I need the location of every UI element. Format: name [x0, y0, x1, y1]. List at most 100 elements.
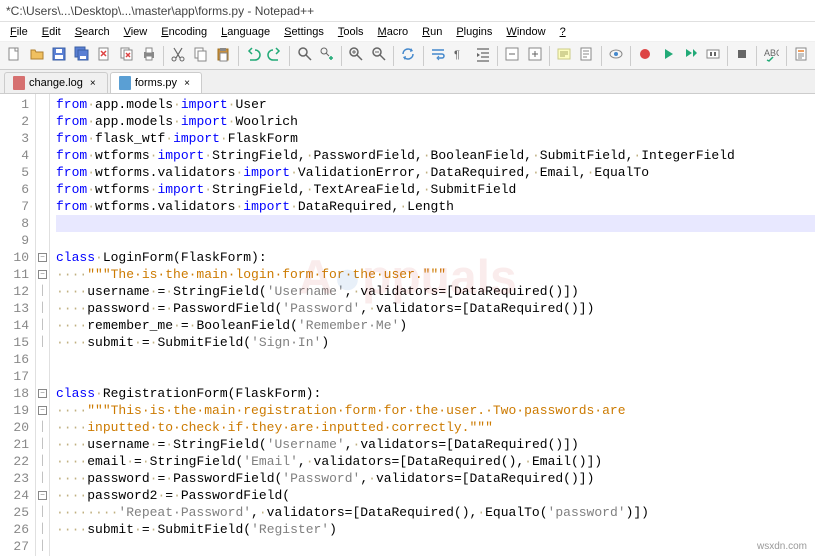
open-button[interactable] — [26, 45, 46, 67]
wordwrap-button[interactable] — [428, 45, 448, 67]
code-line[interactable]: ····email·=·StringField('Email',·validat… — [56, 453, 815, 470]
menu-file[interactable]: File — [4, 24, 34, 40]
code-line[interactable]: from·app.models·import·User — [56, 96, 815, 113]
code-line[interactable] — [56, 538, 815, 555]
code-line[interactable]: from·wtforms.validators·import·Validatio… — [56, 164, 815, 181]
menu-settings[interactable]: Settings — [278, 24, 330, 40]
line-number: 3 — [0, 130, 29, 147]
copy-icon — [193, 46, 209, 65]
fold-marker — [36, 198, 49, 215]
menu-plugins[interactable]: Plugins — [450, 24, 498, 40]
menu-run[interactable]: Run — [416, 24, 448, 40]
fold-1-button[interactable] — [502, 45, 522, 67]
save-button[interactable] — [49, 45, 69, 67]
code-line[interactable]: ····username·=·StringField('Username',·v… — [56, 436, 815, 453]
toolbar-separator — [289, 46, 290, 66]
menu-macro[interactable]: Macro — [372, 24, 415, 40]
editor[interactable]: 1234567891011121314151617181920212223242… — [0, 94, 815, 556]
print-button[interactable] — [139, 45, 159, 67]
code-line[interactable]: class·LoginForm(FlaskForm): — [56, 249, 815, 266]
new-button[interactable] — [4, 45, 24, 67]
code-line[interactable]: ····username·=·StringField('Username',·v… — [56, 283, 815, 300]
spell-button[interactable]: ABC — [761, 45, 781, 67]
menu-encoding[interactable]: Encoding — [155, 24, 213, 40]
fold-marker: │ — [36, 419, 49, 436]
lang-button[interactable] — [554, 45, 574, 67]
close-all-button[interactable] — [116, 45, 136, 67]
redo-icon — [267, 46, 283, 65]
fold-marker — [36, 96, 49, 113]
fold-marker[interactable]: − — [36, 385, 49, 402]
find-button[interactable] — [294, 45, 314, 67]
code-line[interactable] — [56, 368, 815, 385]
rec-stop-button[interactable] — [732, 45, 752, 67]
code-line[interactable]: ····submit·=·SubmitField('Register') — [56, 521, 815, 538]
replace-button[interactable] — [317, 45, 337, 67]
tab-close-icon[interactable]: × — [181, 77, 193, 89]
sync-button[interactable] — [398, 45, 418, 67]
code-line[interactable]: from·flask_wtf·import·FlaskForm — [56, 130, 815, 147]
stop-button[interactable] — [702, 45, 722, 67]
code-line[interactable] — [56, 232, 815, 249]
line-number: 21 — [0, 436, 29, 453]
menu-?[interactable]: ? — [554, 24, 572, 40]
sync-icon — [400, 46, 416, 65]
code-area[interactable]: from·app.models·import·Userfrom·app.mode… — [50, 94, 815, 556]
tab-label: change.log — [29, 77, 83, 89]
menu-view[interactable]: View — [118, 24, 154, 40]
fold-marker[interactable]: − — [36, 266, 49, 283]
tab-label: forms.py — [135, 77, 177, 89]
code-line[interactable]: class·RegistrationForm(FlaskForm): — [56, 385, 815, 402]
zoom-out-button[interactable] — [369, 45, 389, 67]
undo-button[interactable] — [243, 45, 263, 67]
fold-2-button[interactable] — [524, 45, 544, 67]
code-line[interactable]: from·app.models·import·Woolrich — [56, 113, 815, 130]
toolbar-separator — [341, 46, 342, 66]
code-line[interactable] — [56, 215, 815, 232]
doc-button[interactable] — [576, 45, 596, 67]
code-line[interactable]: ····password·=·PasswordField('Password',… — [56, 470, 815, 487]
toolbar-separator — [756, 46, 757, 66]
close-button[interactable] — [94, 45, 114, 67]
save-all-button[interactable] — [71, 45, 91, 67]
code-line[interactable]: ········'Repeat·Password',·validators=[D… — [56, 504, 815, 521]
tab-forms-py[interactable]: forms.py × — [110, 72, 202, 93]
menu-search[interactable]: Search — [69, 24, 116, 40]
code-line[interactable] — [56, 351, 815, 368]
rec-button[interactable] — [635, 45, 655, 67]
code-line[interactable]: ····password2·=·PasswordField( — [56, 487, 815, 504]
code-line[interactable]: ····inputted·to·check·if·they·are·inputt… — [56, 419, 815, 436]
code-line[interactable]: ····password·=·PasswordField('Password',… — [56, 300, 815, 317]
menu-edit[interactable]: Edit — [36, 24, 67, 40]
cut-button[interactable] — [168, 45, 188, 67]
allchars-button[interactable]: ¶ — [450, 45, 470, 67]
tab-change-log[interactable]: change.log × — [4, 72, 108, 93]
fold-gutter[interactable]: −−││││−−││││−│││ — [36, 94, 50, 556]
fold-marker[interactable]: − — [36, 402, 49, 419]
menu-window[interactable]: Window — [500, 24, 551, 40]
fold-marker[interactable]: − — [36, 249, 49, 266]
paste-button[interactable] — [213, 45, 233, 67]
page-button[interactable] — [791, 45, 811, 67]
code-line[interactable]: from·wtforms·import·StringField,·TextAre… — [56, 181, 815, 198]
eye-button[interactable] — [606, 45, 626, 67]
code-line[interactable]: ····"""This·is·the·main·registration·for… — [56, 402, 815, 419]
menu-tools[interactable]: Tools — [332, 24, 370, 40]
zoom-in-button[interactable] — [346, 45, 366, 67]
code-line[interactable]: ····"""The·is·the·main·login·form·for·th… — [56, 266, 815, 283]
play-sel-button[interactable] — [680, 45, 700, 67]
code-line[interactable]: ····submit·=·SubmitField('Sign·In') — [56, 334, 815, 351]
replace-icon — [319, 46, 335, 65]
play-button[interactable] — [657, 45, 677, 67]
code-line[interactable]: from·wtforms.validators·import·DataRequi… — [56, 198, 815, 215]
indent-button[interactable] — [472, 45, 492, 67]
copy-button[interactable] — [191, 45, 211, 67]
fold-marker[interactable]: − — [36, 487, 49, 504]
redo-button[interactable] — [265, 45, 285, 67]
line-number: 23 — [0, 470, 29, 487]
code-line[interactable]: ····remember_me·=·BooleanField('Remember… — [56, 317, 815, 334]
line-number: 12 — [0, 283, 29, 300]
tab-close-icon[interactable]: × — [87, 77, 99, 89]
code-line[interactable]: from·wtforms·import·StringField,·Passwor… — [56, 147, 815, 164]
menu-language[interactable]: Language — [215, 24, 276, 40]
